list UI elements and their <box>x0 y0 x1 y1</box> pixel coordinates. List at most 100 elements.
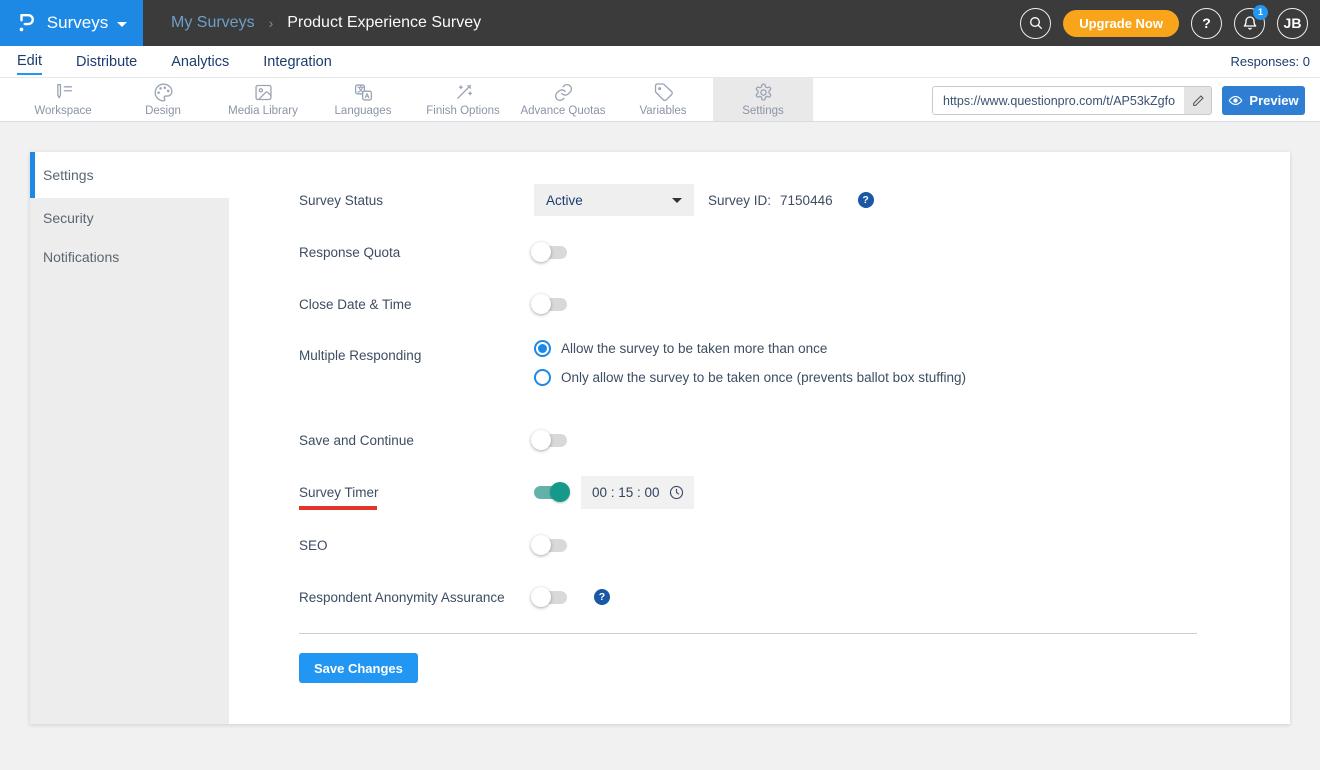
link-icon <box>554 83 572 102</box>
toolbar-item-languages[interactable]: 文 A Languages <box>313 78 413 121</box>
response-quota-label: Response Quota <box>299 244 401 260</box>
sidebar-item-notifications[interactable]: Notifications <box>30 237 229 276</box>
chevron-down-icon <box>672 197 682 203</box>
search-button[interactable] <box>1020 7 1052 39</box>
notification-count-badge: 1 <box>1253 4 1268 20</box>
close-date-row: Close Date & Time <box>299 288 1290 320</box>
save-changes-button[interactable]: Save Changes <box>299 653 418 683</box>
anonymity-label: Respondent Anonymity Assurance <box>299 589 505 605</box>
toolbar-item-workspace[interactable]: Workspace <box>13 78 113 121</box>
pencil-icon <box>1192 94 1204 106</box>
red-annotation-underline <box>299 506 377 510</box>
survey-id-value: 7150446 <box>780 192 833 208</box>
product-name: Surveys <box>46 13 109 32</box>
tab-integration[interactable]: Integration <box>263 49 332 74</box>
breadcrumb: My Surveys › Product Experience Survey <box>171 14 481 32</box>
survey-status-row: Survey Status Active Survey ID: 7150446 … <box>299 184 1290 216</box>
survey-nav-tabs: Edit Distribute Analytics Integration Re… <box>0 46 1320 78</box>
radio-option-allow-multiple[interactable]: Allow the survey to be taken more than o… <box>534 340 966 357</box>
gear-icon <box>755 83 771 101</box>
anonymity-toggle[interactable] <box>531 586 567 607</box>
toggle-knob <box>531 429 551 450</box>
svg-text:文: 文 <box>357 85 364 94</box>
responses-count: Responses: 0 <box>1230 54 1311 69</box>
svg-text:A: A <box>364 93 369 100</box>
clock-icon <box>669 485 684 500</box>
toolbar-item-advance-quotas[interactable]: Advance Quotas <box>513 78 613 121</box>
toggle-knob <box>531 586 551 607</box>
survey-id-label: Survey ID: <box>708 192 772 208</box>
edit-url-button[interactable] <box>1184 87 1211 114</box>
eye-icon <box>1229 95 1243 106</box>
anonymity-row: Respondent Anonymity Assurance ? <box>299 581 1290 613</box>
product-switcher[interactable]: Surveys <box>0 0 143 46</box>
palette-icon <box>154 83 173 102</box>
toolbar-item-settings[interactable]: Settings <box>713 78 813 121</box>
survey-timer-toggle[interactable] <box>534 482 570 502</box>
toggle-knob <box>531 293 551 314</box>
edit-toolbar: Workspace Design Media Library 文 A Langu… <box>0 78 1320 122</box>
survey-id-help-icon[interactable]: ? <box>857 192 874 208</box>
response-quota-toggle[interactable] <box>531 241 567 262</box>
toggle-knob <box>550 482 570 502</box>
save-continue-label: Save and Continue <box>299 432 414 448</box>
survey-timer-row: Survey Timer 00 : 15 : 00 <box>299 476 1290 510</box>
multiple-responding-label: Multiple Responding <box>299 348 422 363</box>
survey-timer-label: Survey Timer <box>299 485 534 510</box>
survey-timer-input[interactable]: 00 : 15 : 00 <box>581 476 694 509</box>
seo-row: SEO <box>299 529 1290 561</box>
toolbar-item-design[interactable]: Design <box>113 78 213 121</box>
survey-status-label: Survey Status <box>299 192 384 208</box>
image-icon <box>254 84 272 101</box>
toggle-knob <box>531 241 551 262</box>
sidebar-item-settings[interactable]: Settings <box>30 152 229 198</box>
avatar[interactable]: JB <box>1277 7 1308 39</box>
page-title: Product Experience Survey <box>287 14 482 31</box>
survey-id-group: Survey ID: 7150446 ? <box>708 192 874 208</box>
tab-distribute[interactable]: Distribute <box>76 49 137 74</box>
questionpro-logo-icon <box>19 14 34 32</box>
survey-url-input[interactable] <box>933 87 1184 114</box>
multiple-responding-row: Multiple Responding Allow the survey to … <box>299 340 1290 404</box>
breadcrumb-my-surveys[interactable]: My Surveys <box>171 14 255 32</box>
top-header-bar: Surveys My Surveys › Product Experience … <box>0 0 1320 46</box>
seo-label: SEO <box>299 537 328 553</box>
anonymity-help-icon[interactable]: ? <box>594 589 610 605</box>
upgrade-now-button[interactable]: Upgrade Now <box>1063 9 1179 37</box>
toolbar-item-media-library[interactable]: Media Library <box>213 78 313 121</box>
settings-card: Settings Security Notifications Survey S… <box>30 152 1290 724</box>
breadcrumb-separator: › <box>268 15 274 31</box>
sidebar-item-security[interactable]: Security <box>30 198 229 237</box>
search-icon <box>1029 17 1042 29</box>
save-continue-row: Save and Continue <box>299 424 1290 456</box>
translate-icon: 文 A <box>354 84 372 101</box>
close-date-toggle[interactable] <box>531 293 567 314</box>
survey-status-value: Active <box>546 192 583 208</box>
close-date-label: Close Date & Time <box>299 296 412 312</box>
chevron-down-icon <box>117 21 128 27</box>
seo-toggle[interactable] <box>531 534 567 555</box>
workspace-icon <box>56 83 72 99</box>
help-button[interactable]: ? <box>1191 7 1222 39</box>
toolbar-item-finish-options[interactable]: Finish Options <box>413 78 513 121</box>
tag-icon <box>654 83 673 102</box>
save-continue-toggle[interactable] <box>531 429 567 450</box>
toggle-knob <box>531 534 551 555</box>
survey-status-select[interactable]: Active <box>534 184 694 216</box>
timer-value: 00 : 15 : 00 <box>592 485 660 500</box>
tab-edit[interactable]: Edit <box>17 48 42 75</box>
wand-icon <box>456 84 472 99</box>
radio-unselected-icon <box>534 369 551 386</box>
radio-option-only-once[interactable]: Only allow the survey to be taken once (… <box>534 369 966 386</box>
notifications-button[interactable]: 1 <box>1234 4 1268 39</box>
preview-button[interactable]: Preview <box>1222 86 1305 115</box>
survey-url-field <box>932 86 1212 115</box>
settings-sidebar: Settings Security Notifications <box>30 152 229 724</box>
settings-content: Survey Status Active Survey ID: 7150446 … <box>229 152 1290 724</box>
response-quota-row: Response Quota <box>299 236 1290 268</box>
multiple-responding-options: Allow the survey to be taken more than o… <box>534 340 966 386</box>
tab-analytics[interactable]: Analytics <box>171 49 229 74</box>
toolbar-item-variables[interactable]: Variables <box>613 78 713 121</box>
section-divider <box>299 633 1197 634</box>
radio-selected-icon <box>534 340 551 357</box>
